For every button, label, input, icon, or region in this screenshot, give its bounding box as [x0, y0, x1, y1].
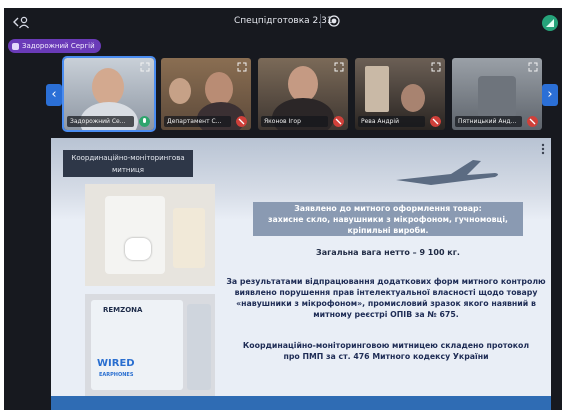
expand-icon[interactable]: [528, 62, 538, 72]
participant-tile[interactable]: Задорожний Се...: [64, 58, 154, 130]
participant-name: Департамент С...: [164, 116, 231, 127]
participant-video: [169, 78, 191, 104]
mic-muted-icon: [527, 116, 538, 127]
declared-goods-box: Заявлено до митного оформлення товар: за…: [253, 202, 523, 236]
participant-video-2: [205, 72, 233, 106]
participant-video: [401, 84, 425, 112]
package-title: WIRED: [97, 358, 135, 369]
conference-window: Спецпідготовка 2.31 Задорожний Сергій ‹ …: [4, 8, 562, 410]
meeting-title: Спецпідготовка 2.31: [234, 16, 333, 26]
participant-tile[interactable]: Пятницький Анд...: [452, 58, 542, 130]
speaker-icon: [12, 42, 19, 50]
shared-slide: Координаційно-моніторингова митниця REMZ…: [51, 138, 551, 410]
more-options-icon[interactable]: [541, 143, 545, 155]
participant-name: Яконов Ігор: [261, 116, 328, 127]
product-box-side: [173, 208, 205, 268]
mic-muted-icon: [430, 116, 441, 127]
title-divider: [320, 14, 321, 28]
participant-name: Пятницький Анд...: [455, 116, 522, 127]
slide-header-line: Координаційно-моніторингова: [71, 154, 185, 162]
earbuds-case: [125, 238, 151, 260]
participant-video: [478, 76, 516, 118]
participant-video: [92, 68, 124, 106]
participant-name: Задорожний Се...: [67, 116, 134, 127]
participant-tile[interactable]: Департамент С...: [161, 58, 251, 130]
participant-tile[interactable]: Рева Андрій: [355, 58, 445, 130]
earbuds-photo: [85, 184, 215, 286]
findings-line: виявлено порушення прав інтелектуальної …: [234, 288, 538, 297]
participant-name: Рева Андрій: [358, 116, 425, 127]
expand-icon[interactable]: [237, 62, 247, 72]
package-side: [187, 304, 211, 390]
declared-line: кріпильні вироби.: [347, 226, 429, 235]
next-participants-button[interactable]: ›: [542, 84, 558, 106]
expand-icon[interactable]: [140, 62, 150, 72]
product-box: [105, 196, 165, 274]
window-frame: [365, 66, 389, 112]
findings-text: За результатами відпрацювання додаткових…: [226, 276, 546, 320]
expand-icon[interactable]: [431, 62, 441, 72]
active-speaker-name: Задорожний Сергій: [22, 42, 95, 50]
airplane-icon: [396, 160, 498, 185]
package-subtitle: EARPHONES: [99, 372, 134, 378]
participant-video: [288, 66, 318, 102]
protocol-line: про ПМП за ст. 476 Митного кодексу Украї…: [283, 352, 489, 361]
participant-strip: Задорожний Се... Департамент С... Яконов…: [64, 58, 544, 130]
slide-header-line: митниця: [111, 166, 144, 174]
record-icon[interactable]: [328, 15, 340, 27]
mic-on-icon: [139, 116, 150, 127]
protocol-line: Координаційно-моніторинговою митницею ск…: [242, 341, 530, 350]
slide-footer-band: [51, 396, 551, 410]
signal-icon[interactable]: [542, 15, 558, 31]
mic-muted-icon: [333, 116, 344, 127]
declared-line: захисне скло, навушники з мікрофоном, гу…: [268, 215, 508, 224]
participant-tile[interactable]: Яконов Ігор: [258, 58, 348, 130]
person-back-icon[interactable]: [12, 15, 30, 29]
protocol-text: Координаційно-моніторинговою митницею ск…: [236, 340, 536, 362]
top-bar: Спецпідготовка 2.31: [4, 8, 562, 36]
prev-participants-button[interactable]: ‹: [46, 84, 62, 106]
findings-line: митному реєстрі ОПІВ за № 675.: [313, 310, 459, 319]
declared-line: Заявлено до митного оформлення товар:: [294, 204, 482, 213]
earphones-photo: REMZONA WIRED EARPHONES: [85, 294, 215, 396]
active-speaker-badge: Задорожний Сергій: [8, 39, 101, 53]
net-weight-text: Загальна вага нетто – 9 100 кг.: [316, 248, 460, 257]
findings-line: «навушники з мікрофоном», промисловий зр…: [236, 299, 536, 308]
slide-header-label: Координаційно-моніторингова митниця: [63, 150, 193, 177]
expand-icon[interactable]: [334, 62, 344, 72]
findings-line: За результатами відпрацювання додаткових…: [226, 277, 546, 286]
mic-muted-icon: [236, 116, 247, 127]
brand-label: REMZONA: [103, 306, 143, 314]
